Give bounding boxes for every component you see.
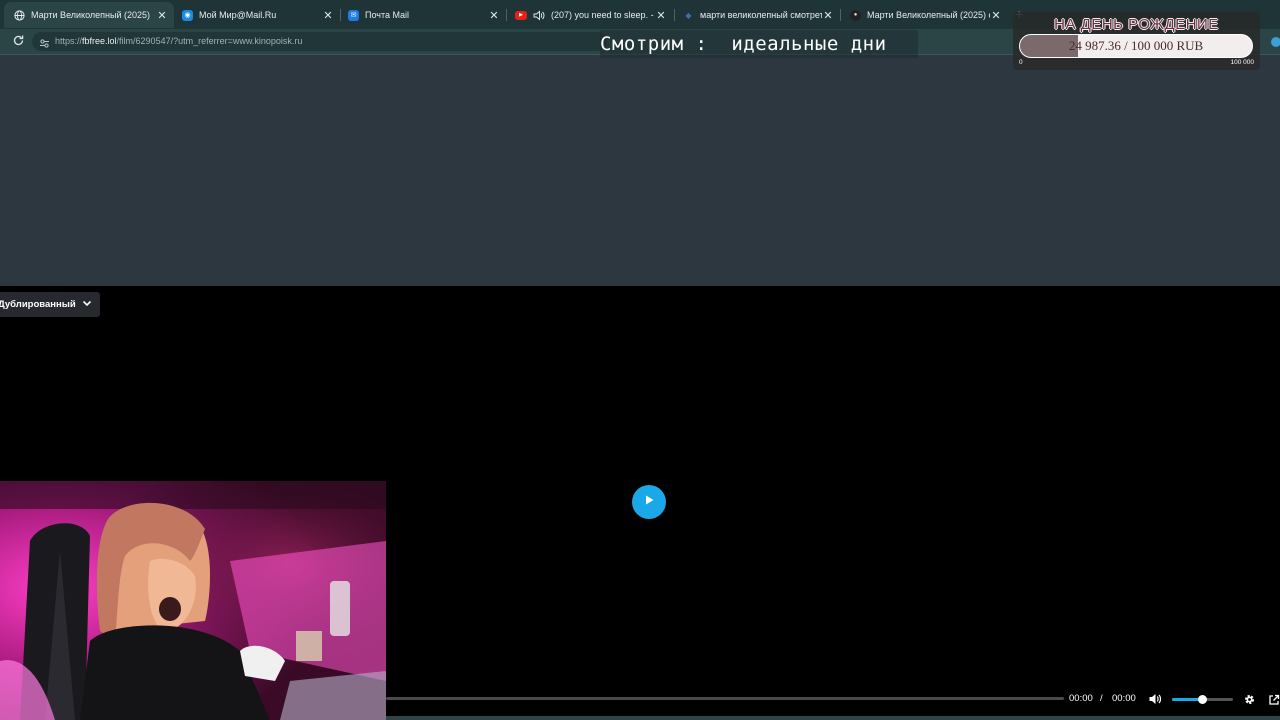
url-text[interactable]: https://fbfree.lol/film/6290547/?utm_ref…	[55, 36, 302, 46]
tab-title: Марти Великолепный (2025) смо	[867, 10, 990, 20]
close-icon[interactable]: ✕	[655, 9, 667, 22]
youtube-icon: ▶	[515, 10, 527, 20]
dub-select[interactable]: Дублированный	[0, 292, 100, 317]
streamer-webcam	[0, 481, 386, 720]
page-bottom-strip	[386, 716, 1280, 720]
tab-marti-site[interactable]: ● Марти Великолепный (2025) смо ✕	[840, 2, 1008, 28]
url-prefix: https://	[55, 36, 83, 46]
search-icon: ◆	[685, 10, 692, 20]
gear-icon[interactable]	[1243, 693, 1256, 706]
chevron-down-icon	[82, 299, 92, 310]
close-icon[interactable]: ✕	[488, 9, 500, 22]
current-time: 00:00	[1069, 693, 1093, 704]
tab-title: марти великолепный смотреть о	[700, 10, 822, 20]
site-face-icon: ●	[850, 9, 861, 21]
play-button[interactable]	[632, 485, 666, 519]
address-bar[interactable]: https://fbfree.lol/film/6290547/?utm_ref…	[32, 32, 607, 51]
globe-icon	[14, 9, 25, 21]
close-icon[interactable]: ✕	[990, 9, 1002, 22]
donation-amount: 24 987.36 / 100 000 RUB	[1068, 38, 1204, 53]
speaker-icon[interactable]	[533, 10, 547, 21]
close-icon[interactable]: ✕	[322, 9, 334, 22]
site-info-icon[interactable]	[39, 36, 50, 48]
screen: Марти Великолепный (2025) ✕ ◉ Мой Мир@Ma…	[0, 0, 1280, 720]
time-separator: /	[1100, 693, 1103, 704]
now-watching-banner: Смотрим : идеальные дни	[600, 30, 918, 58]
donation-title: НА ДЕНЬ РОЖДЕНИЕ	[1054, 16, 1219, 33]
mail-icon: ✉	[348, 9, 359, 21]
donation-progress-bar: 24 987.36 / 100 000 RUB	[1019, 34, 1253, 58]
progress-bar[interactable]	[386, 697, 1064, 700]
popout-icon[interactable]	[1268, 693, 1280, 705]
url-host: fbfree.lol	[82, 36, 117, 46]
tab-title: Мой Мир@Mail.Ru	[199, 10, 277, 20]
mymir-icon: ◉	[182, 9, 193, 21]
extension-icon[interactable]	[1271, 37, 1280, 47]
duration: 00:00	[1112, 693, 1136, 704]
tab-title: (207) you need to sleep. - You	[551, 10, 655, 20]
tab-mymir[interactable]: ◉ Мой Мир@Mail.Ru ✕	[172, 2, 340, 28]
tab-mail[interactable]: ✉ Почта Mail ✕	[338, 2, 506, 28]
tab-youtube[interactable]: ▶ (207) you need to sleep. - You ✕	[505, 2, 673, 28]
close-icon[interactable]: ✕	[156, 9, 168, 22]
donation-min: 0	[1019, 59, 1023, 66]
donation-goal-widget: НА ДЕНЬ РОЖДЕНИЕ 24 987.36 / 100 000 RUB…	[1013, 12, 1260, 70]
tab-title: Почта Mail	[365, 10, 409, 20]
close-icon[interactable]: ✕	[822, 9, 834, 22]
volume-knob[interactable]	[1198, 695, 1207, 704]
tab-search[interactable]: ◆ марти великолепный смотреть о ✕	[673, 2, 840, 28]
volume-slider[interactable]	[1172, 695, 1233, 704]
dub-select-label: Дублированный	[0, 299, 76, 310]
tab-marti-film[interactable]: Марти Великолепный (2025) ✕	[4, 2, 174, 28]
play-icon	[642, 493, 656, 512]
tab-title: Марти Великолепный (2025)	[31, 10, 151, 20]
url-path: /film/6290547/?utm_referrer=www.kinopois…	[116, 36, 303, 46]
page-header-area	[0, 55, 1280, 286]
donation-max: 100 000	[1230, 59, 1255, 66]
volume-icon[interactable]	[1148, 692, 1162, 706]
reload-icon[interactable]	[12, 34, 25, 47]
